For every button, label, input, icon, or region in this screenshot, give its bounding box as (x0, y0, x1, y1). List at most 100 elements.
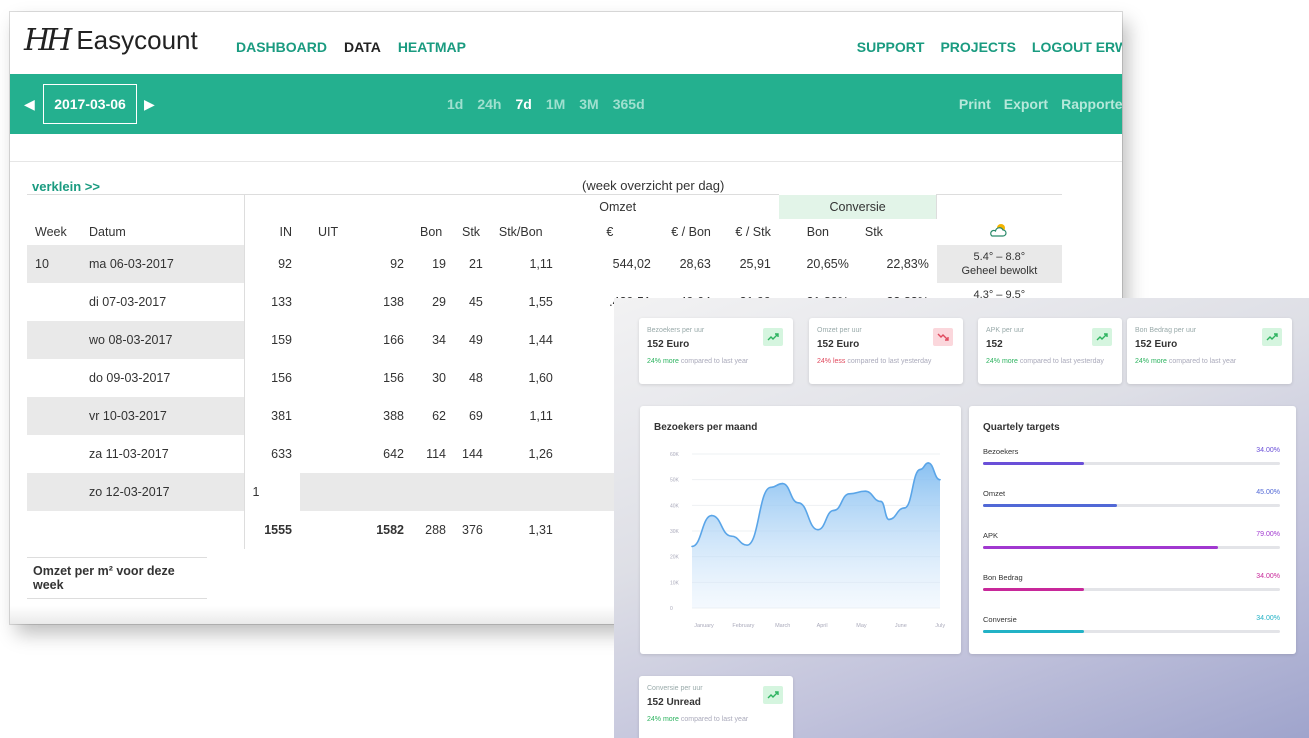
nav-dashboard[interactable]: DASHBOARD (236, 39, 327, 55)
account-nav: SUPPORT PROJECTS LOGOUT ERWI (857, 39, 1122, 55)
cell-uit (300, 472, 412, 511)
kpi-label: Conversie per uur (647, 685, 703, 692)
target-fill (983, 462, 1084, 465)
kpi-compare: compared to last year (1168, 358, 1237, 365)
data-point (730, 535, 733, 537)
target-fill (983, 630, 1084, 633)
cell-in: 156 (243, 358, 300, 397)
kpi-card[interactable]: Omzet per uur 152 Euro 24% less compared t… (809, 318, 963, 384)
x-tick-label: March (775, 623, 790, 629)
range-3m[interactable]: 3M (579, 96, 598, 112)
m2-area: 360 m² (33, 605, 72, 619)
cell-week (27, 283, 81, 321)
target-fill (983, 504, 1117, 507)
data-point (903, 507, 906, 509)
nav-support[interactable]: SUPPORT (857, 39, 925, 55)
visitors-area-chart: 60K 50K 40K 30K 20K 10K 0 January February March A… (670, 452, 945, 629)
range-24h[interactable]: 24h (477, 96, 501, 112)
visitors-chart-card: Bezoekers per maand 60K 50K 40K 30K 20K 10K 0 J… (640, 406, 961, 654)
cell-uit: 388 (383, 408, 404, 423)
data-point (880, 500, 882, 503)
range-7d[interactable]: 7d (515, 96, 531, 112)
target-item: Omzet 45.00% (983, 489, 1280, 507)
cell-stk (454, 472, 491, 511)
table-row: 10 ma 06-03-2017 92 92 19 21 1,11 544,02 28,63 25… (27, 244, 1062, 283)
cell-week (27, 359, 81, 397)
target-fill (983, 588, 1084, 591)
col-stkbon: Stk/Bon (498, 224, 543, 239)
target-percent: 34.00% (1256, 447, 1280, 454)
data-point (888, 518, 890, 521)
logo[interactable]: HH Easycount (24, 25, 198, 56)
cell-week: 10 (27, 244, 81, 283)
data-point (710, 514, 713, 517)
triangle-right-icon[interactable]: ▶ (144, 96, 155, 113)
kpi-value: 152 Euro (647, 339, 690, 350)
range-1m[interactable]: 1M (546, 96, 565, 112)
m2-value: € 37,02 (159, 605, 201, 619)
cell-datum: di 07-03-2017 (89, 294, 167, 309)
col-bon: Bon (420, 224, 443, 239)
cell-cbon: 20,65% (806, 256, 849, 271)
cell-in: 381 (243, 396, 300, 435)
cell-in: 633 (243, 434, 300, 473)
kpi-card[interactable]: Bon Bedrag per uur 152 Euro 24% more compa… (1127, 318, 1292, 384)
kpi-label: APK per uur (986, 327, 1025, 334)
kpi-label: Bezoekers per uur (647, 327, 705, 334)
export-button[interactable]: Export (1004, 96, 1048, 112)
data-point (781, 482, 784, 485)
target-label: APK (983, 531, 999, 540)
nav-projects[interactable]: PROJECTS (940, 39, 1015, 55)
target-item: APK 79.00% (983, 531, 1280, 549)
cell-datum: za 11-03-2017 (89, 446, 169, 461)
nav-heatmap[interactable]: HEATMAP (398, 39, 466, 55)
col-datum: Datum (89, 224, 126, 239)
x-tick-label: January (694, 623, 714, 629)
date-toolbar: ◀ 2017-03-06 ▶ 1d 24h 7d 1M 3M 365d Prin… (10, 74, 1122, 134)
range-1d[interactable]: 1d (447, 96, 463, 112)
data-point (919, 468, 922, 471)
x-tick-label: May (856, 623, 867, 629)
report-button[interactable]: Rapporter (1061, 96, 1122, 112)
weather-cell: 5.4° – 8.8° Geheel bewolkt (936, 244, 1062, 283)
week-caption: (week overzicht per dag) (582, 178, 725, 193)
col-stk: Stk (462, 224, 481, 239)
col-eurbon: € / Bon (671, 224, 711, 239)
print-button[interactable]: Print (959, 96, 991, 112)
cell-datum: ma 06-03-2017 (81, 244, 244, 283)
cell-uit: 92 (390, 256, 404, 271)
target-item: Bezoekers 34.00% (983, 447, 1280, 465)
y-tick-label: 10K (670, 580, 680, 586)
target-percent: 34.00% (1256, 615, 1280, 622)
screenshot-stage: HH Easycount DASHBOARD DATA HEATMAP SUPP… (0, 0, 1309, 738)
cell-uit: 156 (383, 370, 404, 385)
shrink-link[interactable]: verklein >> (32, 179, 100, 194)
col-week: Week (35, 224, 67, 239)
kpi-card[interactable]: APK per uur 152 24% more compared to last … (978, 318, 1122, 384)
cell-stk: 49 (468, 332, 483, 347)
brand-name: Easycount (76, 25, 198, 55)
date-picker[interactable]: 2017-03-06 (43, 84, 137, 124)
kpi-value: 152 (986, 339, 1003, 350)
cell-week (27, 435, 81, 473)
cell-stk: 21 (468, 256, 483, 271)
kpi-note: 24% less compared to last yesterday (817, 357, 937, 366)
nav-data[interactable]: DATA (344, 39, 381, 55)
target-label: Omzet (983, 489, 1006, 498)
cell-uit: 166 (383, 332, 404, 347)
top-navbar: HH Easycount DASHBOARD DATA HEATMAP SUPP… (10, 12, 1122, 74)
kpi-note: 24% more compared to last year (647, 357, 767, 366)
range-365d[interactable]: 365d (613, 96, 645, 112)
kpi-card[interactable]: Conversie per uur 152 Unread 24% more comp… (639, 676, 793, 738)
target-track (983, 588, 1280, 591)
data-point (848, 492, 851, 495)
nav-logout[interactable]: LOGOUT ERWI (1032, 39, 1122, 55)
cell-in: 1 (243, 472, 300, 511)
cell-uit: 642 (383, 446, 404, 461)
kpi-card[interactable]: Bezoekers per uur 152 Euro 24% more compar… (639, 318, 793, 384)
weather-sky: Geheel bewolkt (961, 264, 1038, 277)
cell-in: 92 (243, 244, 300, 283)
range-selector: 1d 24h 7d 1M 3M 365d (447, 96, 645, 112)
cell-stkbon: 1,60 (528, 370, 553, 385)
triangle-left-icon[interactable]: ◀ (24, 96, 35, 113)
